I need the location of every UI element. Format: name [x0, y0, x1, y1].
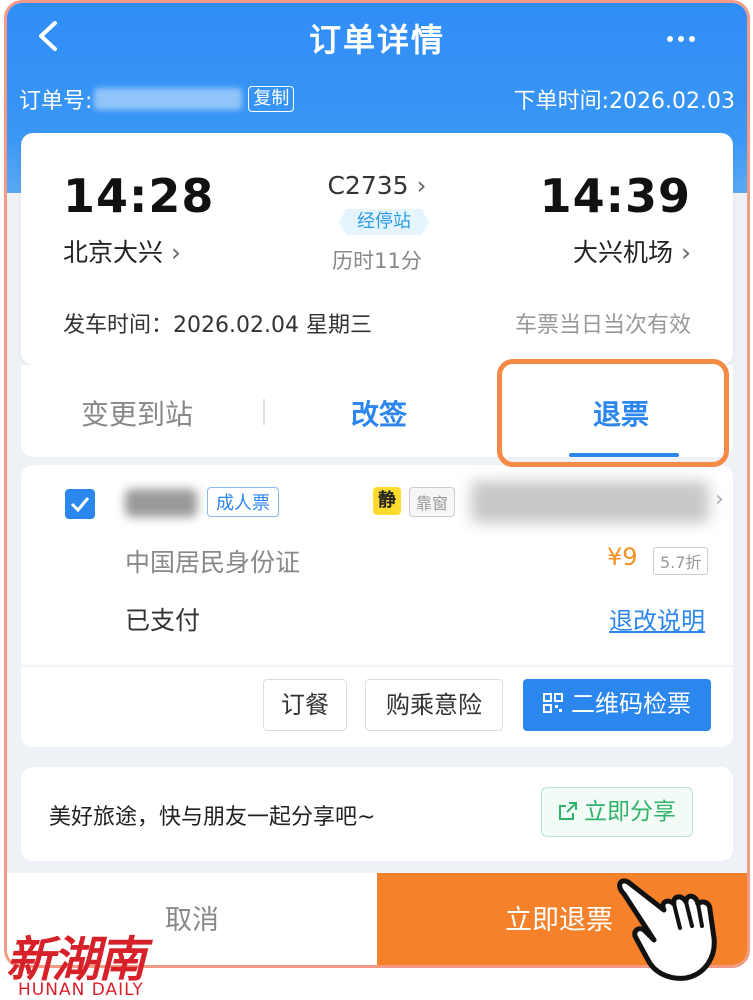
check-icon	[70, 497, 90, 513]
refund-policy-link[interactable]: 退改说明	[609, 601, 705, 636]
id-type: 中国居民身份证	[125, 548, 301, 577]
train-number[interactable]: C2735 ›	[21, 171, 733, 200]
seat-info-blurred	[471, 481, 709, 523]
share-button[interactable]: 立即分享	[541, 787, 693, 837]
trip-card: 14:28 14:39 北京大兴 › 大兴机场 › C2735 › 经停站 历时…	[21, 133, 733, 365]
more-icon[interactable]	[667, 27, 707, 42]
quiet-car-badge: 静	[373, 487, 401, 515]
refund-highlight-annotation	[497, 359, 729, 467]
passenger-name-blurred	[125, 489, 197, 517]
order-number-blurred	[94, 88, 243, 110]
rebook-button[interactable]: 改签	[351, 393, 407, 433]
trip-duration: 历时11分	[332, 249, 422, 273]
pointing-hand-icon	[617, 878, 717, 981]
qr-check-button[interactable]: 二维码检票	[523, 679, 711, 731]
order-time: 下单时间:2026.02.03	[513, 89, 735, 114]
buy-insurance-button[interactable]: 购乘意险	[365, 679, 503, 731]
chevron-right-icon: ›	[408, 171, 427, 200]
share-button-label: 立即分享	[584, 799, 676, 825]
share-icon	[559, 801, 577, 820]
share-text: 美好旅途，快与朋友一起分享吧~	[49, 805, 376, 830]
order-number: 订单号: 复制	[19, 83, 295, 115]
hunan-daily-logo: 新湖南 HUNAN DAILY	[6, 920, 156, 1000]
logo-subtitle: HUNAN DAILY	[18, 980, 144, 1000]
copy-button[interactable]: 复制	[248, 86, 295, 112]
chevron-right-icon[interactable]: ›	[715, 487, 724, 512]
train-number-label: C2735	[327, 171, 409, 200]
qr-code-icon	[543, 693, 563, 713]
share-card: 美好旅途，快与朋友一起分享吧~ 立即分享	[21, 767, 733, 861]
departure-date: 发车时间：2026.02.04 星期三	[63, 313, 372, 338]
passenger-checkbox[interactable]	[65, 489, 95, 519]
ticket-price: ¥9	[607, 543, 638, 571]
passenger-card: 成人票 静 靠窗 › 中国居民身份证 ¥9 5.7折 已支付 退改说明 订餐 购…	[21, 465, 733, 747]
order-meal-button[interactable]: 订餐	[263, 679, 347, 731]
divider	[263, 399, 265, 425]
discount-badge: 5.7折	[653, 547, 709, 575]
order-info-row: 订单号: 复制 下单时间:2026.02.03	[19, 83, 735, 117]
order-number-label: 订单号:	[19, 89, 93, 114]
ticket-type-badge: 成人票	[207, 487, 279, 517]
qr-check-label: 二维码检票	[571, 690, 691, 718]
page-title: 订单详情	[308, 21, 445, 59]
window-seat-badge: 靠窗	[409, 487, 456, 517]
divider	[21, 665, 733, 667]
change-station-button[interactable]: 变更到站	[81, 393, 193, 433]
payment-status: 已支付	[125, 606, 201, 635]
via-stations-tag[interactable]: 经停站	[339, 209, 429, 235]
ticket-validity: 车票当日当次有效	[514, 313, 691, 338]
phone-screen: 订单详情 订单号: 复制 下单时间:2026.02.03 14:28 14:39…	[4, 0, 750, 968]
